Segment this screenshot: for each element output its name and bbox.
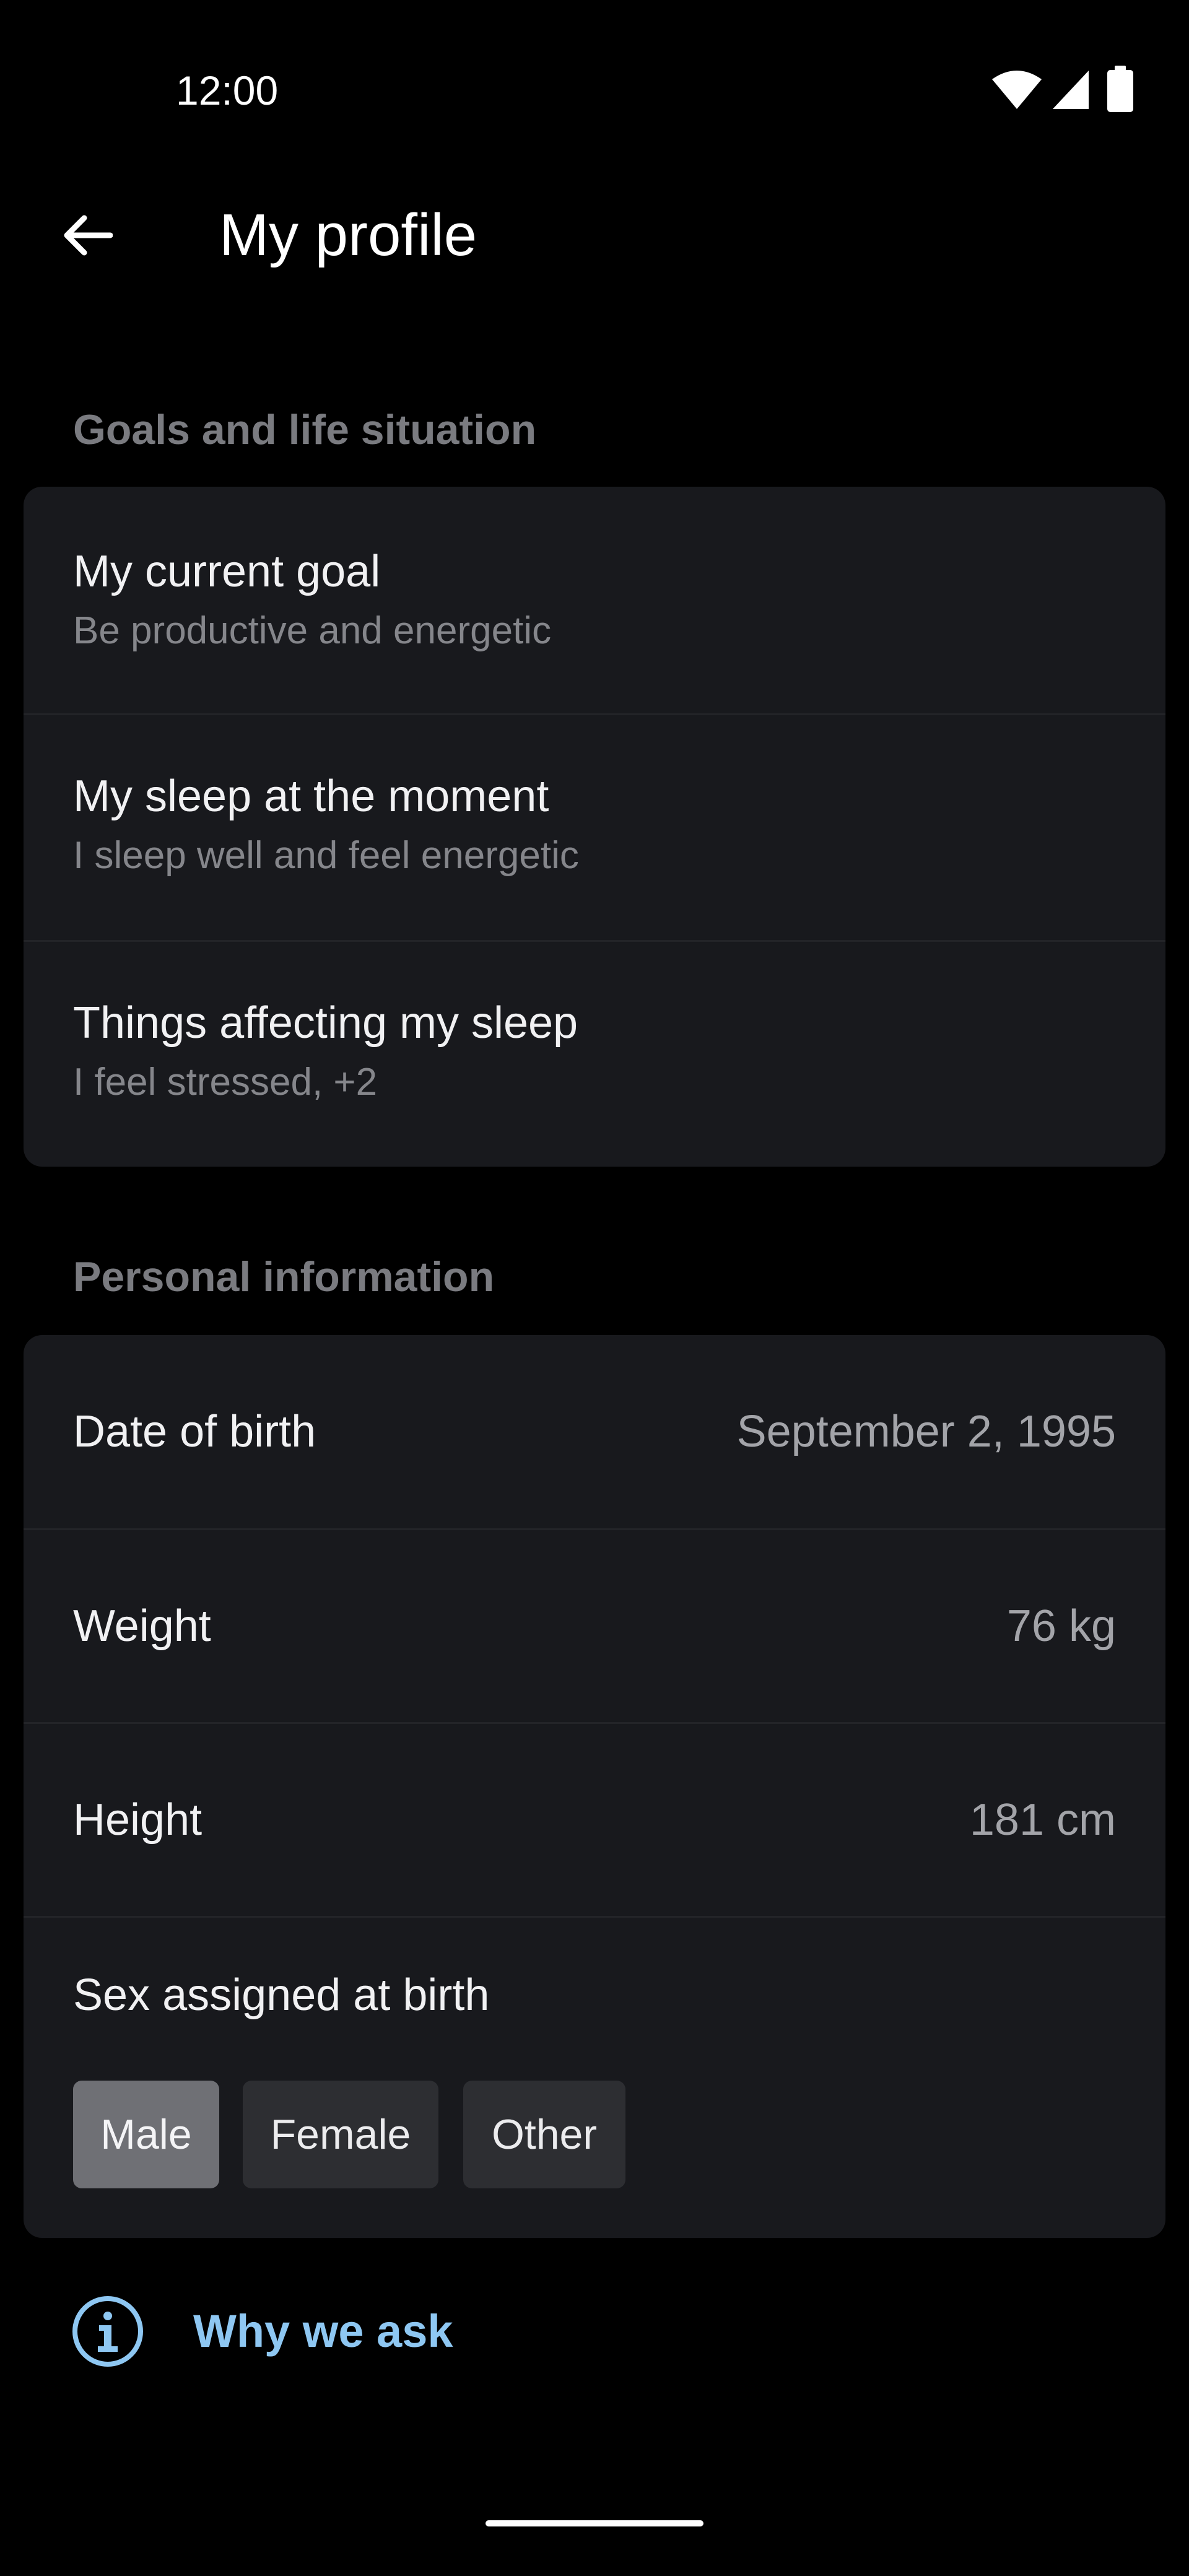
status-icons	[991, 66, 1139, 115]
row-label: Weight	[73, 1601, 211, 1651]
cell-signal-icon	[1053, 71, 1089, 109]
sex-option-other[interactable]: Other	[463, 2081, 625, 2188]
battery-icon	[1107, 66, 1133, 112]
back-arrow-icon	[64, 215, 113, 256]
goal-row-sleep-factors[interactable]: Things affecting my sleep I feel stresse…	[24, 942, 1165, 1167]
goal-row-current-goal[interactable]: My current goal Be productive and energe…	[24, 487, 1165, 713]
back-button[interactable]	[50, 198, 124, 272]
goal-row-sleep-now[interactable]: My sleep at the moment I sleep well and …	[24, 715, 1165, 940]
row-title: My current goal	[73, 547, 381, 596]
home-indicator[interactable]	[486, 2520, 703, 2526]
row-label: Sex assigned at birth	[73, 1970, 490, 2020]
row-label: Date of birth	[73, 1407, 316, 1456]
row-sex-assigned: Sex assigned at birth Male Female Other	[24, 1918, 1165, 2238]
section-title-goals: Goals and life situation	[73, 406, 537, 453]
status-time: 12:00	[176, 67, 279, 113]
row-label: Height	[73, 1795, 203, 1845]
row-subtitle: I sleep well and feel energetic	[73, 834, 579, 877]
row-title: Things affecting my sleep	[73, 998, 578, 1048]
wifi-icon	[992, 71, 1042, 109]
sex-option-female[interactable]: Female	[243, 2081, 438, 2188]
page-title: My profile	[219, 202, 477, 268]
why-we-ask-link[interactable]: Why we ask	[69, 2291, 565, 2372]
row-title: My sleep at the moment	[73, 772, 549, 821]
row-height[interactable]: Height 181 cm	[24, 1724, 1165, 1916]
row-value: 181 cm	[969, 1795, 1116, 1845]
row-weight[interactable]: Weight 76 kg	[24, 1530, 1165, 1722]
row-subtitle: I feel stressed, +2	[73, 1061, 378, 1103]
row-date-of-birth[interactable]: Date of birth September 2, 1995	[24, 1335, 1165, 1528]
info-icon	[72, 2296, 143, 2367]
row-value: 76 kg	[1006, 1601, 1116, 1651]
sex-option-male[interactable]: Male	[73, 2081, 219, 2188]
row-subtitle: Be productive and energetic	[73, 609, 552, 652]
why-we-ask-label: Why we ask	[193, 2305, 453, 2357]
goals-card: My current goal Be productive and energe…	[24, 487, 1165, 1167]
section-title-personal: Personal information	[73, 1253, 495, 1300]
personal-card: Date of birth September 2, 1995 Weight 7…	[24, 1335, 1165, 2238]
row-value: September 2, 1995	[736, 1407, 1116, 1456]
